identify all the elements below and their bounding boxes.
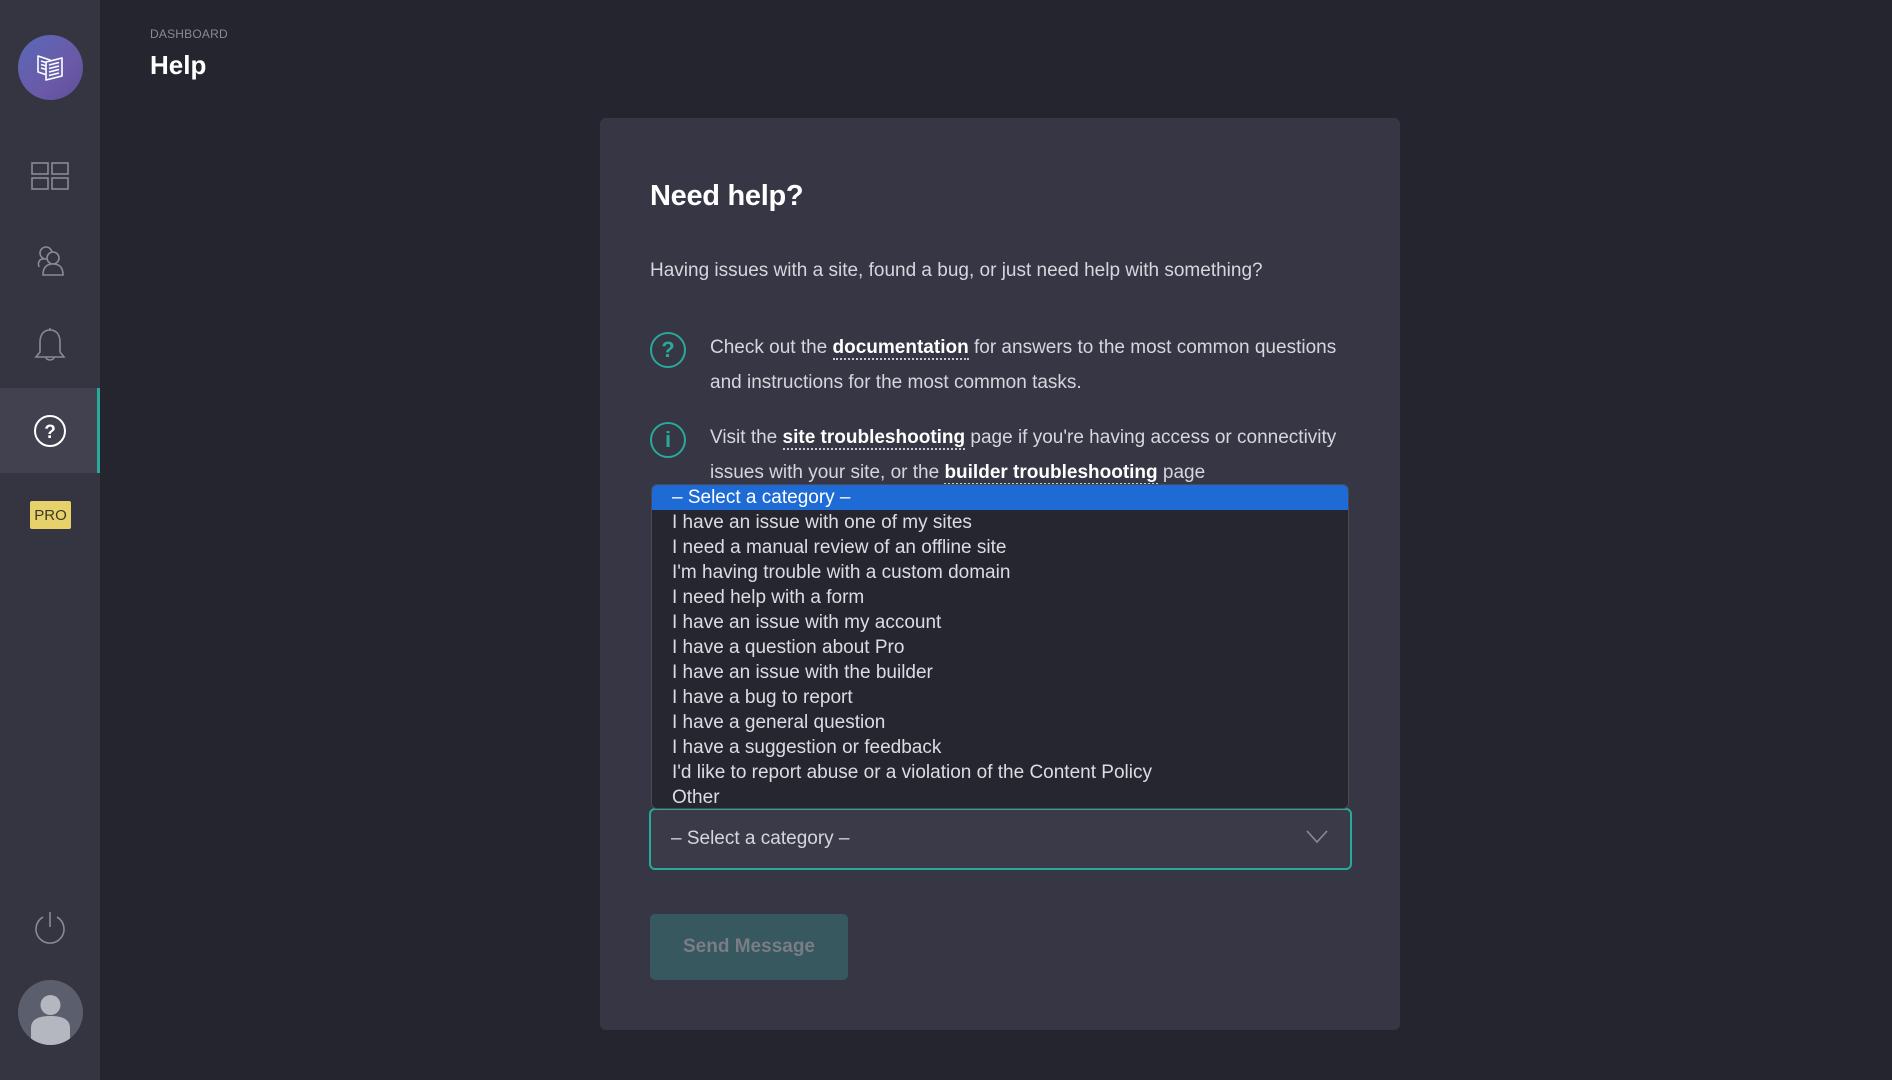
users-icon bbox=[37, 245, 64, 276]
tip-text: Visit the site troubleshooting page if y… bbox=[710, 420, 1370, 490]
documentation-link[interactable]: documentation bbox=[832, 337, 969, 360]
category-select[interactable]: – Select a category – bbox=[649, 808, 1352, 870]
send-message-button[interactable]: Send Message bbox=[650, 914, 848, 980]
sidebar-item-help[interactable]: ? bbox=[0, 388, 100, 473]
category-dropdown-list[interactable]: – Select a category – I have an issue wit… bbox=[651, 484, 1349, 809]
pro-badge[interactable]: PRO bbox=[30, 501, 71, 529]
dropdown-option[interactable]: I need a manual review of an offline sit… bbox=[652, 535, 1348, 560]
power-icon bbox=[35, 911, 65, 944]
tip-text-before: Visit the bbox=[710, 427, 783, 448]
sidebar-item-team[interactable] bbox=[0, 218, 100, 303]
card-title: Need help? bbox=[650, 180, 804, 212]
user-avatar-icon bbox=[31, 995, 70, 1045]
builder-troubleshooting-link[interactable]: builder troubleshooting bbox=[944, 462, 1158, 485]
category-select-value: – Select a category – bbox=[671, 828, 850, 849]
sidebar: ? PRO bbox=[0, 0, 100, 1080]
logo[interactable] bbox=[18, 35, 83, 100]
dropdown-option[interactable]: Other bbox=[652, 785, 1348, 808]
bell-icon bbox=[34, 327, 66, 361]
sidebar-item-logout[interactable] bbox=[0, 885, 100, 970]
dropdown-option[interactable]: I have a general question bbox=[652, 710, 1348, 735]
card-intro: Having issues with a site, found a bug, … bbox=[650, 260, 1263, 281]
grid-icon bbox=[31, 161, 69, 190]
dropdown-option[interactable]: I have a bug to report bbox=[652, 685, 1348, 710]
help-circle-icon: ? bbox=[34, 414, 66, 447]
page-title: Help bbox=[150, 50, 207, 80]
user-avatar[interactable] bbox=[18, 980, 83, 1045]
tip-text: Check out the documentation for answers … bbox=[710, 330, 1370, 400]
sidebar-item-notifications[interactable] bbox=[0, 303, 100, 388]
info-circle-icon: i bbox=[650, 422, 686, 458]
chevron-down-icon bbox=[1306, 830, 1328, 844]
site-troubleshooting-link[interactable]: site troubleshooting bbox=[782, 427, 966, 450]
dropdown-option[interactable]: I have a suggestion or feedback bbox=[652, 735, 1348, 760]
dropdown-option[interactable]: I'm having trouble with a custom domain bbox=[652, 560, 1348, 585]
svg-text:?: ? bbox=[44, 422, 56, 443]
book-logo-icon bbox=[36, 54, 63, 81]
tip-text-after: page bbox=[1157, 462, 1206, 483]
dropdown-option[interactable]: I need help with a form bbox=[652, 585, 1348, 610]
sidebar-item-dashboard[interactable] bbox=[0, 133, 100, 218]
question-circle-icon: ? bbox=[650, 332, 686, 368]
breadcrumb[interactable]: DASHBOARD bbox=[150, 27, 228, 41]
dropdown-option[interactable]: I have an issue with my account bbox=[652, 610, 1348, 635]
dropdown-option[interactable]: I have an issue with one of my sites bbox=[652, 510, 1348, 535]
tip-text-before: Check out the bbox=[710, 337, 833, 358]
dropdown-option[interactable]: I have an issue with the builder bbox=[652, 660, 1348, 685]
dropdown-option[interactable]: I'd like to report abuse or a violation … bbox=[652, 760, 1348, 785]
dropdown-option[interactable]: I have a question about Pro bbox=[652, 635, 1348, 660]
dropdown-option[interactable]: – Select a category – bbox=[652, 485, 1348, 510]
